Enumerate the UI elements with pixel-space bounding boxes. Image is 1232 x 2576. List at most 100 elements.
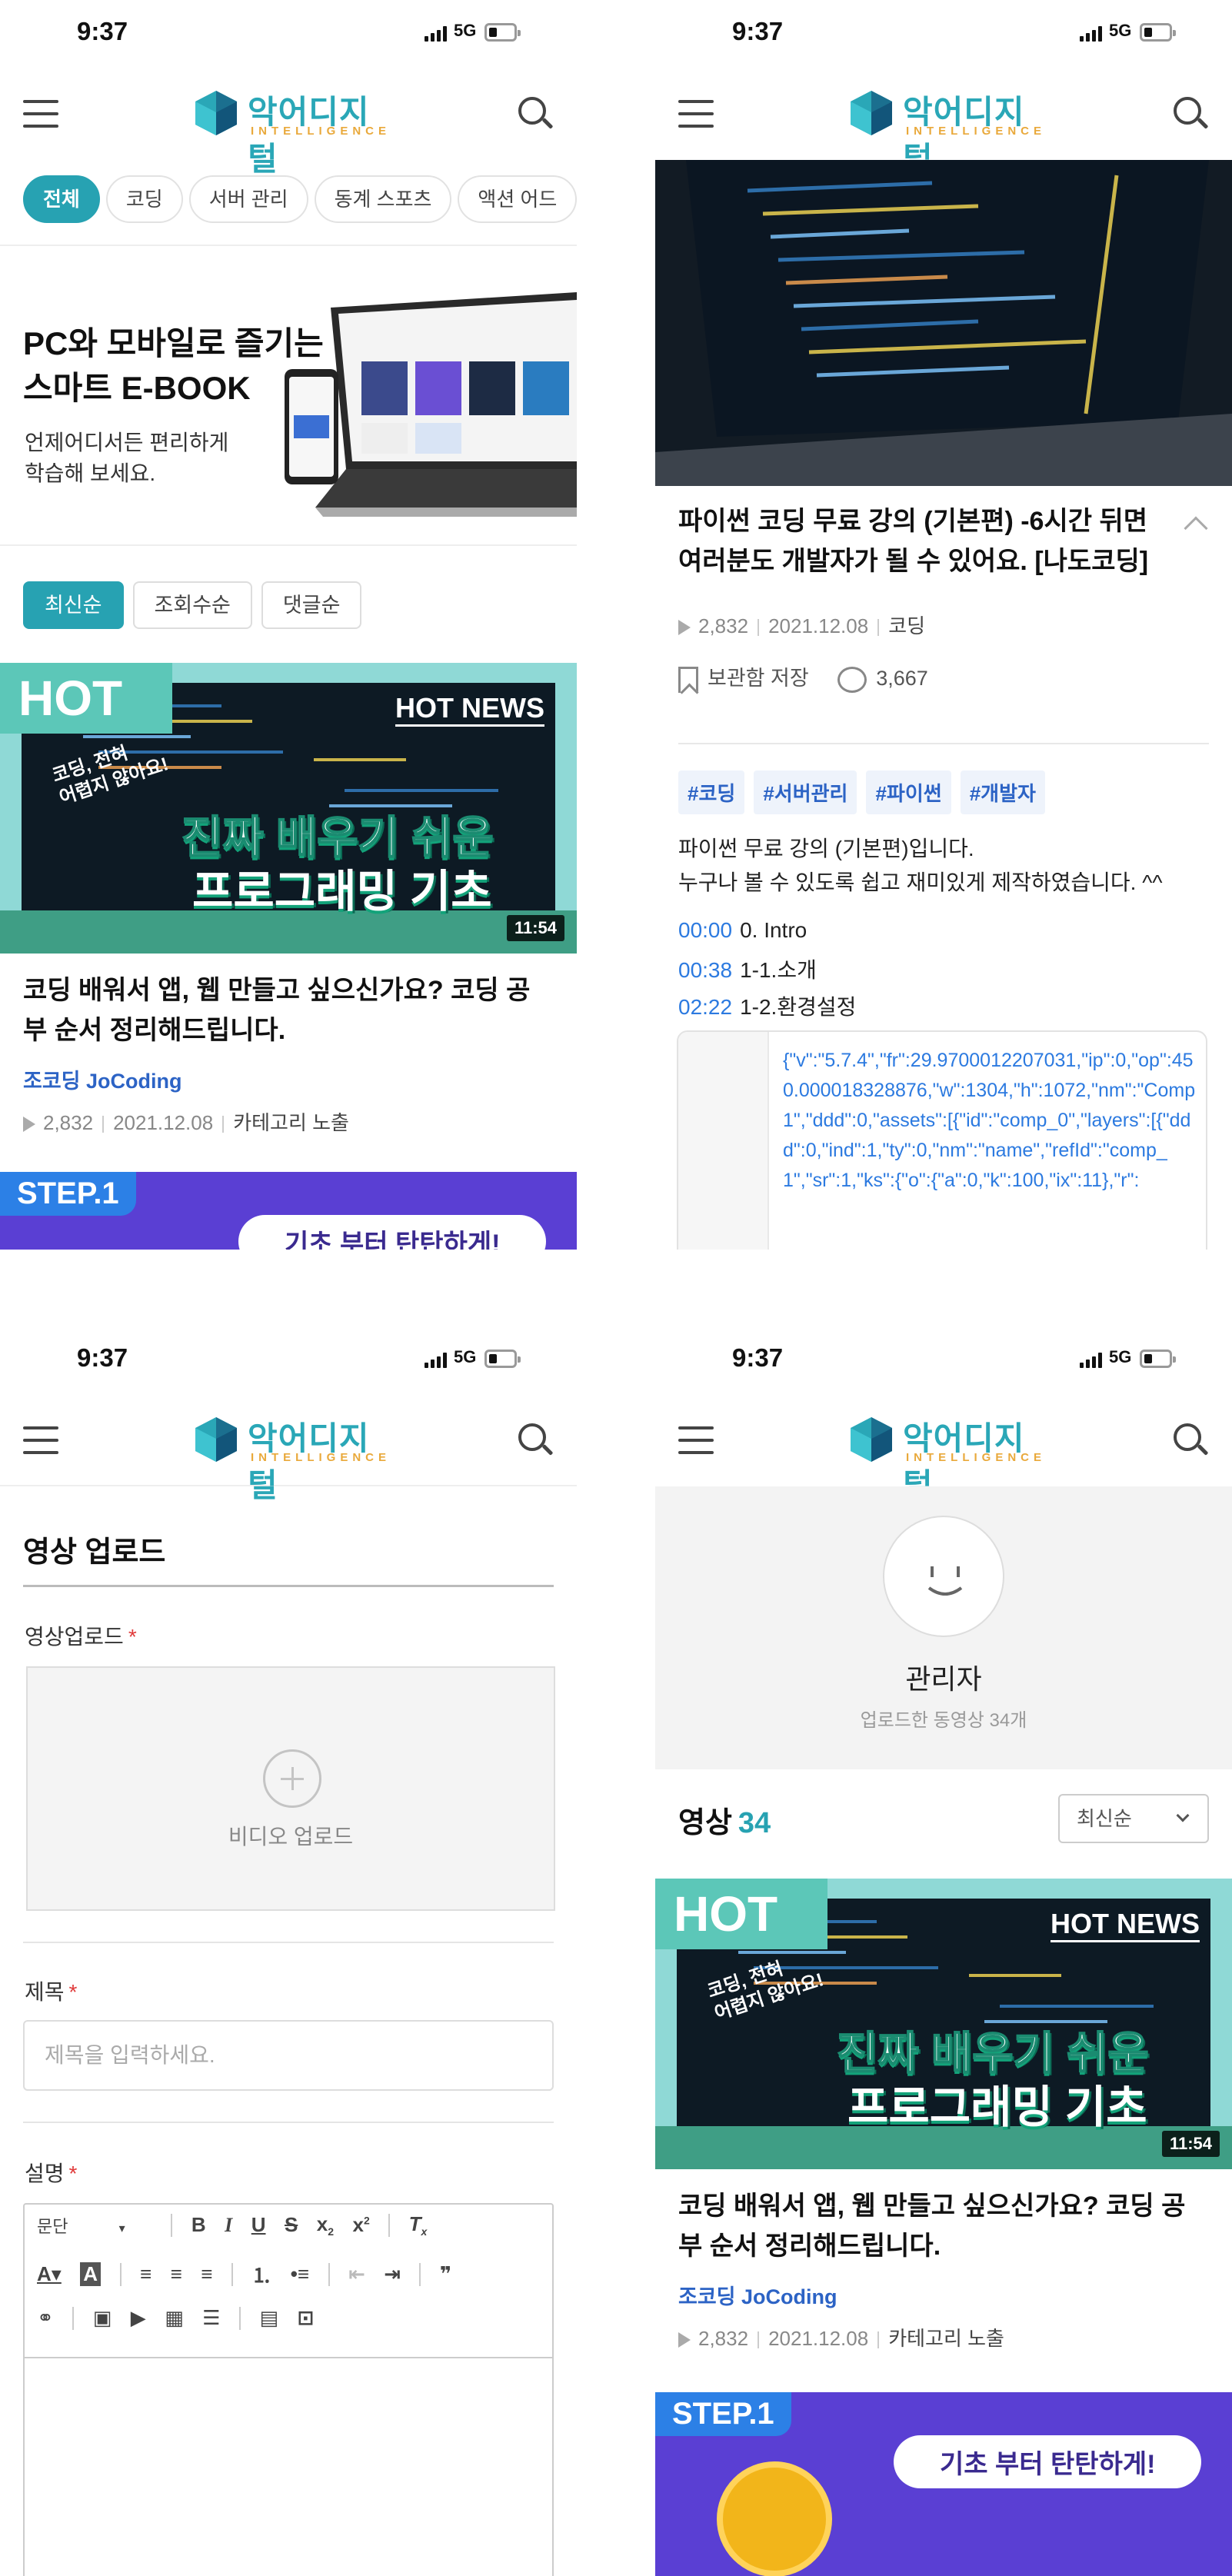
hashtag[interactable]: #서버관리 [754,770,857,814]
comments-button[interactable]: 3,667 [837,666,928,693]
outdent-icon[interactable]: ⇤ [348,2262,365,2286]
battery-icon [1140,1350,1176,1368]
video-icon[interactable]: ▶ [131,2306,146,2330]
app-logo[interactable]: 악어디지털 INTELLIGENCE [847,1413,1047,1503]
category-tab-winter-sports[interactable]: 동계 스포츠 [314,175,452,223]
blockquote-icon[interactable]: ❞ [440,2262,451,2286]
link-icon[interactable]: ⚭ [37,2306,54,2330]
ebook-banner[interactable]: PC와 모바일로 즐기는 스마트 E-BOOK 언제어디서든 편리하게 학습해 보세… [0,245,577,546]
upload-date: 2021.12.08 [768,2327,869,2350]
video-title[interactable]: 코딩 배워서 앱, 웹 만들고 싶으신가요? 코딩 공부 순서 정리해드립니다. [678,2186,1209,2266]
align-right-icon[interactable]: ≡ [201,2262,212,2286]
code-block: {"v":"5.7.4","fr":29.9700012207031,"ip":… [677,1030,1207,1250]
videos-heading: 영상 34 [678,1799,771,1841]
sort-select[interactable]: 최신순 [1058,1794,1209,1843]
hashtag[interactable]: #파이썬 [866,770,951,814]
toolbar-row-3: ⚭ ▣ ▶ ▦ ☰ ▤ ⊡ [37,2306,329,2352]
strikethrough-icon[interactable]: S [285,2213,298,2237]
signal-icon [425,1351,448,1368]
status-time: 9:37 [732,17,784,45]
banner-sub-2: 학습해 보세요. [25,461,156,485]
video-player[interactable] [655,160,1232,486]
video-upload-label: 영상업로드 * [25,1620,137,1651]
clear-format-icon[interactable]: Tx [409,2212,428,2238]
save-button[interactable]: 보관함 저장 [678,666,809,693]
app-logo[interactable]: 악어디지털 INTELLIGENCE [847,86,1047,177]
image-icon[interactable]: ▣ [93,2306,112,2330]
signal-icon [425,25,448,42]
thumbnail-headline-2: 프로그래밍 기초 [192,867,492,917]
logo-mark-icon [851,91,892,135]
avatar [883,1516,1004,1637]
bulleted-list-icon[interactable]: •≡ [291,2262,309,2286]
align-center-icon[interactable]: ≡ [171,2262,182,2286]
italic-icon[interactable]: I [225,2214,232,2237]
chapter-timestamp[interactable]: 02:22 [678,995,732,1019]
menu-icon[interactable] [678,1426,714,1454]
template-icon[interactable]: ▤ [259,2306,278,2330]
profile-card: 관리자 업로드한 동영상 34개 [655,1486,1232,1769]
status-time: 9:37 [77,17,128,45]
sort-latest[interactable]: 최신순 [23,581,124,629]
search-icon[interactable] [517,1422,554,1459]
search-icon[interactable] [517,95,554,132]
app-logo[interactable]: 악어디지털 INTELLIGENCE [192,1413,392,1503]
menu-icon[interactable] [23,1426,58,1454]
subscript-icon[interactable]: x2 [317,2212,334,2238]
video-detail-screen: 9:37 5G 악어디지털 INTELLIGENCE 파이썬 코딩 무료 강의 … [655,0,1232,1250]
superscript-icon[interactable]: x2 [352,2213,369,2237]
category-tab-action[interactable]: 액션 어드 [458,175,577,223]
category-tab-all[interactable]: 전체 [23,175,100,223]
sort-comments[interactable]: 댓글순 [261,581,362,629]
video-upload-dropzone[interactable]: 비디오 업로드 [26,1666,555,1911]
source-icon[interactable]: ⊡ [297,2306,314,2330]
video-title[interactable]: 코딩 배워서 앱, 웹 만들고 싶으신가요? 코딩 공부 순서 정리해드립니다. [23,970,554,1050]
category-tab-server[interactable]: 서버 관리 [188,175,308,223]
step-banner[interactable]: STEP.1 기초 부터 탄탄하게! [0,1172,577,1250]
category-tab-coding[interactable]: 코딩 [105,175,183,223]
highlight-color-icon[interactable]: A [80,2262,102,2286]
step-banner[interactable]: STEP.1 기초 부터 탄탄하게! [655,2392,1232,2576]
app-header: 악어디지털 INTELLIGENCE [0,68,577,177]
chevron-up-icon[interactable] [1184,516,1208,541]
video-author[interactable]: 조코딩 JoCoding [678,2280,837,2310]
hot-news-label: HOT NEWS [1051,1908,1200,1942]
search-icon[interactable] [1172,1422,1209,1459]
save-label: 보관함 저장 [708,667,809,690]
network-label: 5G [454,1347,477,1366]
sort-views[interactable]: 조회수순 [132,581,252,629]
chapter-timestamp[interactable]: 00:38 [678,958,732,982]
laptop-phone-illustration [269,277,577,531]
video-duration: 11:54 [1161,2131,1220,2157]
paragraph-select-label: 문단 [37,2216,68,2236]
font-color-icon[interactable]: A▾ [37,2262,62,2286]
step-label: STEP.1 [655,2392,791,2436]
status-bar: 9:37 5G [0,1326,577,1394]
align-left-icon[interactable]: ≡ [140,2262,152,2286]
video-actions: 보관함 저장 3,667 [678,661,928,693]
underline-icon[interactable]: U [251,2213,266,2237]
menu-icon[interactable] [678,100,714,128]
hashtag[interactable]: #코딩 [678,770,745,814]
menu-icon[interactable] [23,100,58,128]
step-label: STEP.1 [0,1172,136,1216]
logo-subtext: INTELLIGENCE [906,1451,1047,1464]
chapter-timestamp[interactable]: 00:00 [678,918,732,942]
numbered-list-icon[interactable]: ⒈ [251,2260,271,2288]
video-category: 카테고리 노출 [233,1111,349,1134]
laptop-code-image [655,160,1232,486]
video-author[interactable]: 조코딩 JoCoding [23,1064,182,1094]
status-bar: 9:37 5G [0,0,577,68]
video-thumbnail[interactable]: HOT HOT NEWS 코딩, 전혀 어렵지 않아요! 진짜 배우기 쉬운 프로… [0,663,577,954]
title-input[interactable]: 제목을 입력하세요. [23,2020,554,2091]
hashtag[interactable]: #개발자 [960,770,1045,814]
video-thumbnail[interactable]: HOT HOT NEWS 코딩, 전혀 어렵지 않아요! 진짜 배우기 쉬운 프로… [655,1879,1232,2169]
app-logo[interactable]: 악어디지털 INTELLIGENCE [192,86,392,177]
battery-icon [484,23,521,42]
search-icon[interactable] [1172,95,1209,132]
indent-icon[interactable]: ⇥ [384,2262,401,2286]
paragraph-select[interactable]: 문단 ▾ [37,2213,152,2238]
bold-icon[interactable]: B [191,2213,206,2237]
table-icon[interactable]: ▦ [165,2306,184,2330]
horizontal-rule-icon[interactable]: ☰ [202,2306,220,2330]
